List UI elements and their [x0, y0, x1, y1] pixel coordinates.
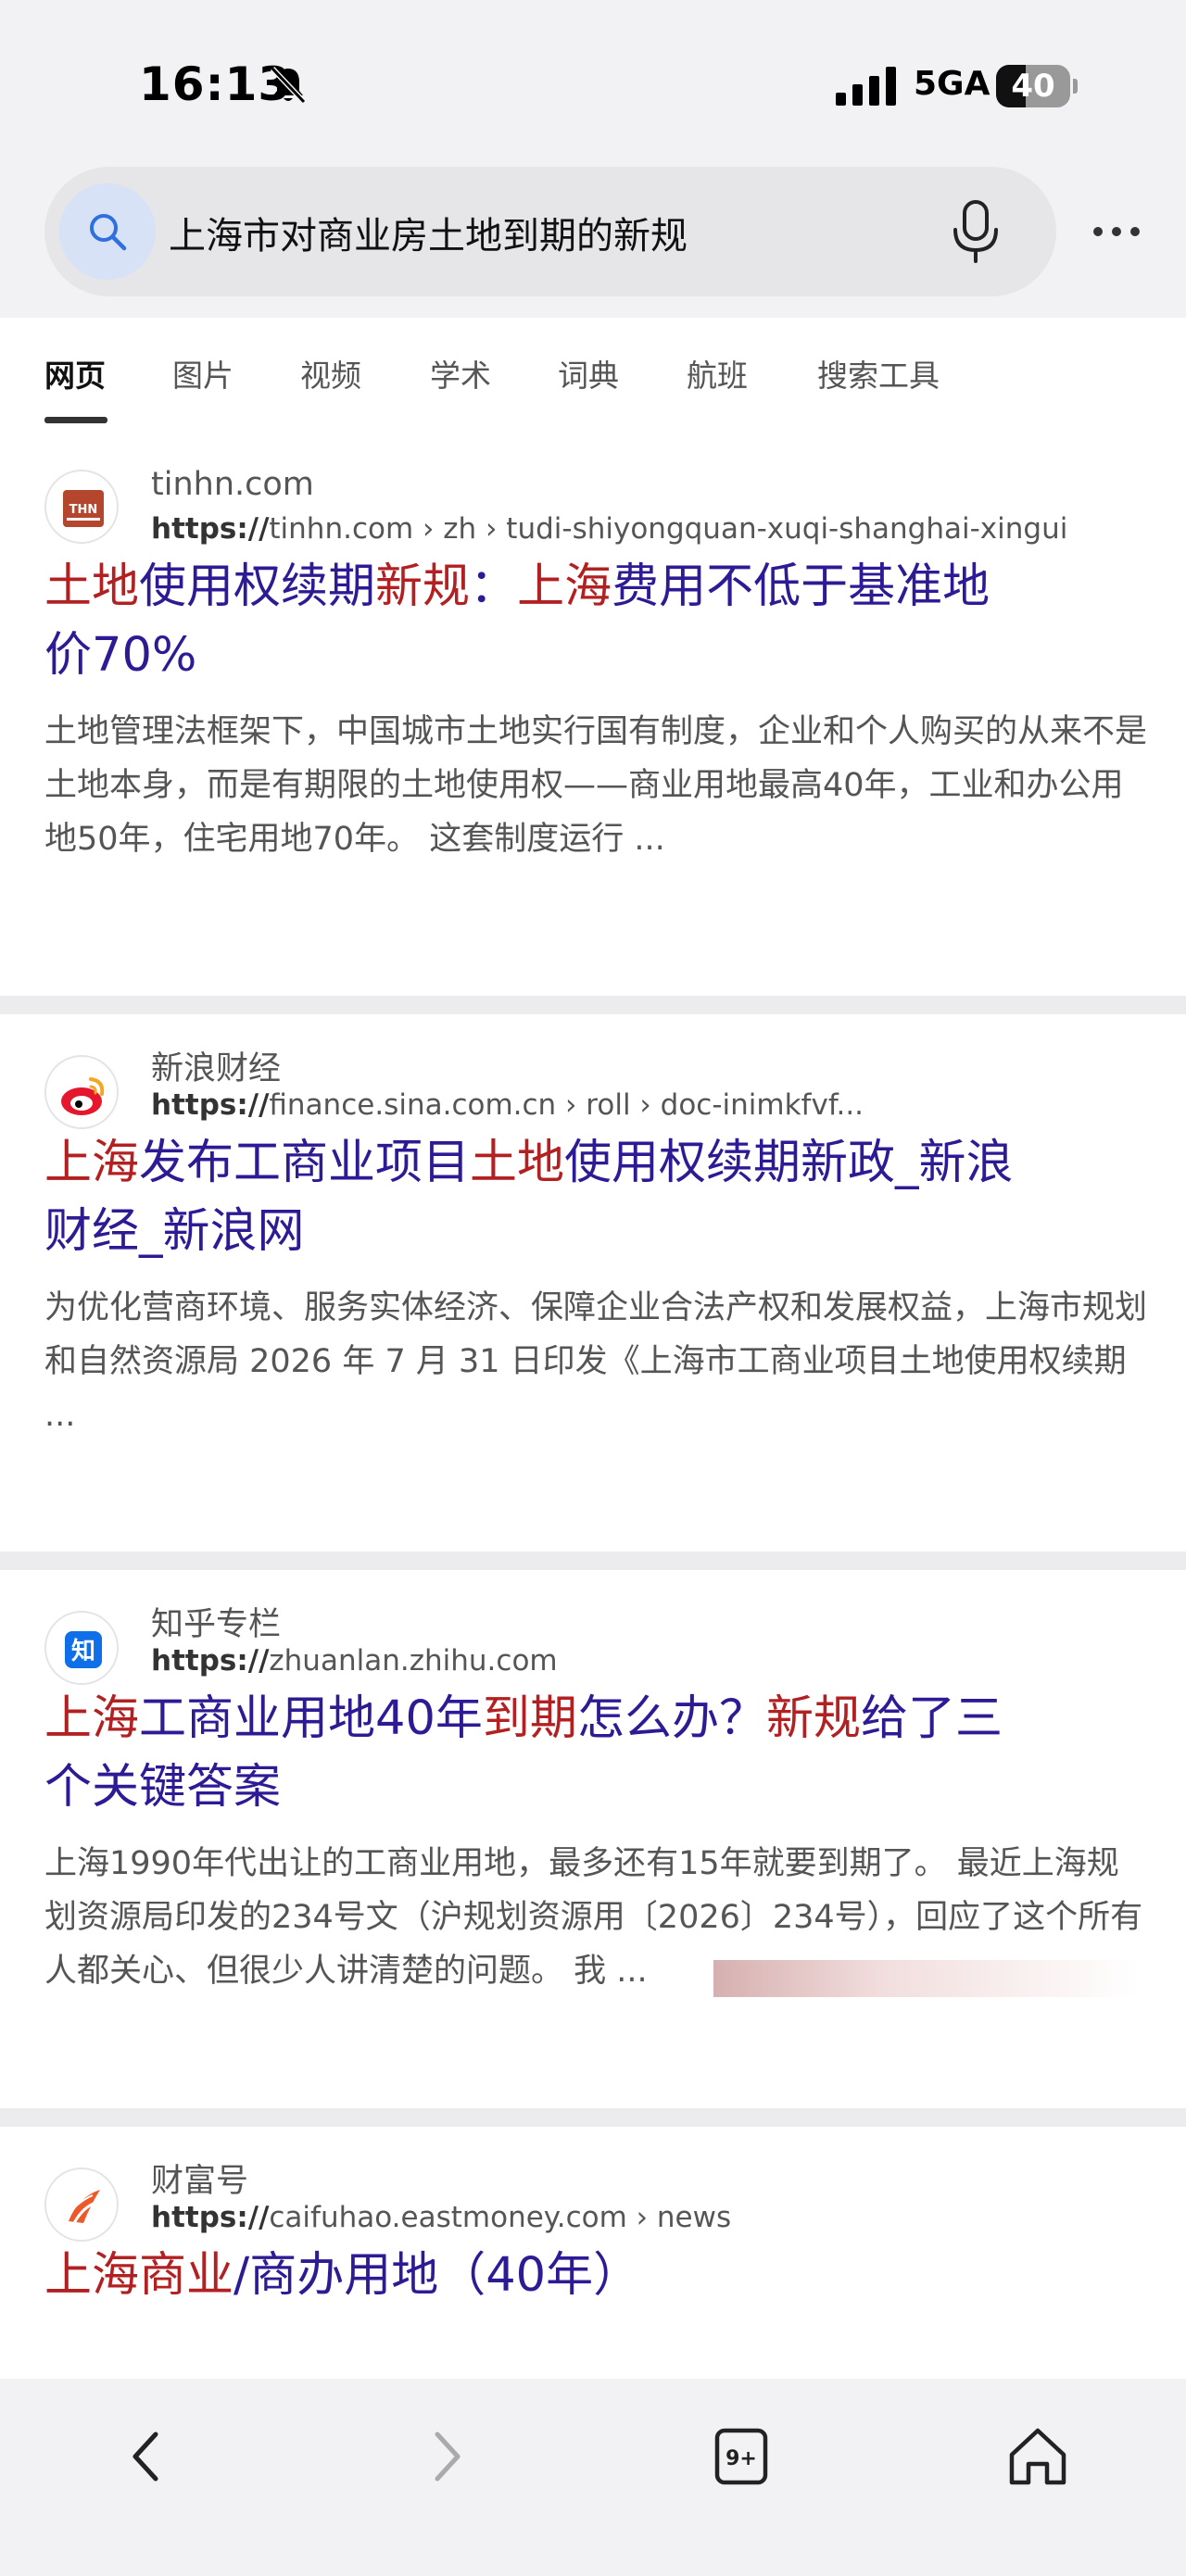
result-title-line-2: 财经_新浪网	[44, 1198, 1147, 1266]
tab-images[interactable]: 图片	[172, 351, 233, 396]
title-segment: 价70%	[44, 628, 197, 683]
title-segment: 使用权续期新政_新浪	[564, 1136, 1014, 1190]
result-title[interactable]: 土地使用权续期新规：上海费用不低于基准地 价70%	[44, 553, 1147, 690]
result-site-name: tinhn.com	[151, 466, 314, 503]
title-segment: 上海	[517, 559, 612, 614]
search-result[interactable]: 财富号 https://caifuhao.eastmoney.com › new…	[0, 2127, 1186, 2379]
title-segment: 怎么办？	[576, 1691, 766, 1746]
battery-level: 40	[1011, 68, 1055, 105]
title-segment: 到期	[482, 1691, 577, 1746]
result-title-line-1: 土地使用权续期新规：上海费用不低于基准地	[44, 553, 1147, 622]
tab-videos[interactable]: 视频	[300, 351, 361, 396]
bottom-toolbar: 9+	[0, 2379, 1186, 2576]
result-site-name: 财富号	[151, 2163, 249, 2200]
home-icon[interactable]	[1001, 2419, 1075, 2494]
search-result[interactable]: 知 知乎专栏 https://zhuanlan.zhihu.com 上海工商业用…	[0, 1570, 1186, 2108]
search-result[interactable]: THN tinhn.com https://tinhn.com › zh › t…	[0, 429, 1186, 996]
tab-flights[interactable]: 航班	[687, 351, 748, 396]
more-options-icon[interactable]	[1089, 211, 1144, 252]
result-url[interactable]: https://zhuanlan.zhihu.com	[151, 1644, 558, 1678]
favicon-eastmoney	[44, 2168, 119, 2242]
signal-icon	[836, 67, 896, 106]
title-segment: 工商业用地40年	[139, 1691, 483, 1746]
tab-web[interactable]: 网页	[44, 351, 106, 396]
title-segment: 使用权续期	[139, 559, 376, 614]
result-title-line-1: 上海工商业用地40年到期怎么办？新规给了三	[44, 1685, 1147, 1753]
title-segment: 新规	[375, 559, 471, 614]
title-segment: /商办用地（40年）	[233, 2248, 641, 2303]
title-segment: 新规	[765, 1691, 861, 1746]
title-segment: 上海	[44, 1136, 140, 1190]
title-segment: 费用不低于基准地	[612, 559, 990, 614]
title-segment: ：	[470, 559, 518, 614]
microphone-icon[interactable]	[948, 198, 1003, 265]
favicon-text: THN	[69, 503, 98, 517]
result-title[interactable]: 上海发布工商业项目土地使用权续期新政_新浪 财经_新浪网	[44, 1129, 1147, 1266]
search-tabs: 网页 图片 视频 学术 词典 航班 搜索工具	[0, 318, 1186, 429]
tab-search-tools[interactable]: 搜索工具	[817, 351, 940, 396]
status-bar: 16:13 5GA 40	[0, 0, 1186, 167]
title-segment: 发布工商业项目	[139, 1136, 471, 1190]
results-panel: 网页 图片 视频 学术 词典 航班 搜索工具 THN tinhn.com htt…	[0, 318, 1186, 2379]
result-snippet: 为优化营商环境、服务实体经济、保障企业合法产权和发展权益，上海市规划和自然资源局…	[44, 1289, 1148, 1434]
title-segment: 个关键答案	[44, 1760, 282, 1815]
forward-icon[interactable]	[408, 2419, 482, 2494]
result-title-line-2: 价70%	[44, 622, 1147, 690]
result-title-line-1: 上海商业/商办用地（40年）	[44, 2242, 1147, 2310]
tab-academic[interactable]: 学术	[430, 351, 491, 396]
title-segment: 给了三	[860, 1691, 1003, 1746]
title-segment: 土地	[44, 559, 140, 614]
result-url[interactable]: https://finance.sina.com.cn › roll › doc…	[151, 1088, 864, 1122]
battery-icon: 40	[996, 65, 1078, 107]
search-icon[interactable]	[59, 183, 156, 280]
result-url[interactable]: https://tinhn.com › zh › tudi-shiyongqua…	[151, 512, 1067, 546]
title-segment: 上海商业	[44, 2248, 234, 2303]
search-result[interactable]: 新浪财经 https://finance.sina.com.cn › roll …	[0, 1014, 1186, 1552]
result-title-line-2: 个关键答案	[44, 1753, 1147, 1822]
result-site-name: 知乎专栏	[151, 1606, 282, 1643]
favicon-text: 知	[71, 1638, 95, 1665]
result-title[interactable]: 上海工商业用地40年到期怎么办？新规给了三 个关键答案	[44, 1685, 1147, 1822]
result-snippet: 土地管理法框架下，中国城市土地实行国有制度，企业和个人购买的从来不是土地本身，而…	[44, 713, 1148, 858]
back-icon[interactable]	[111, 2419, 185, 2494]
tab-dictionary[interactable]: 词典	[558, 351, 619, 396]
bell-muted-icon	[270, 66, 307, 105]
title-segment: 上海	[44, 1691, 140, 1746]
tabs-count-icon[interactable]: 9+	[704, 2419, 778, 2494]
fade-overlay	[713, 1960, 1140, 1997]
active-tab-indicator	[44, 417, 107, 423]
favicon-zhihu: 知	[44, 1611, 119, 1685]
result-divider	[0, 1552, 1186, 1570]
favicon-sina-weibo	[44, 1055, 119, 1129]
result-title[interactable]: 上海商业/商办用地（40年）	[44, 2242, 1147, 2310]
result-divider	[0, 2108, 1186, 2127]
search-input[interactable]: 上海市对商业房土地到期的新规	[169, 206, 688, 259]
result-divider	[0, 996, 1186, 1014]
result-site-name: 新浪财经	[151, 1050, 282, 1087]
network-type: 5GA	[914, 65, 990, 103]
favicon-tinhn: THN	[44, 470, 119, 544]
title-segment: 土地	[470, 1136, 565, 1190]
result-url[interactable]: https://caifuhao.eastmoney.com › news	[151, 2201, 731, 2234]
result-title-line-1: 上海发布工商业项目土地使用权续期新政_新浪	[44, 1129, 1147, 1198]
search-bar[interactable]: 上海市对商业房土地到期的新规	[44, 167, 1056, 296]
title-segment: 财经_新浪网	[44, 1204, 305, 1259]
svg-text:9+: 9+	[725, 2447, 757, 2470]
